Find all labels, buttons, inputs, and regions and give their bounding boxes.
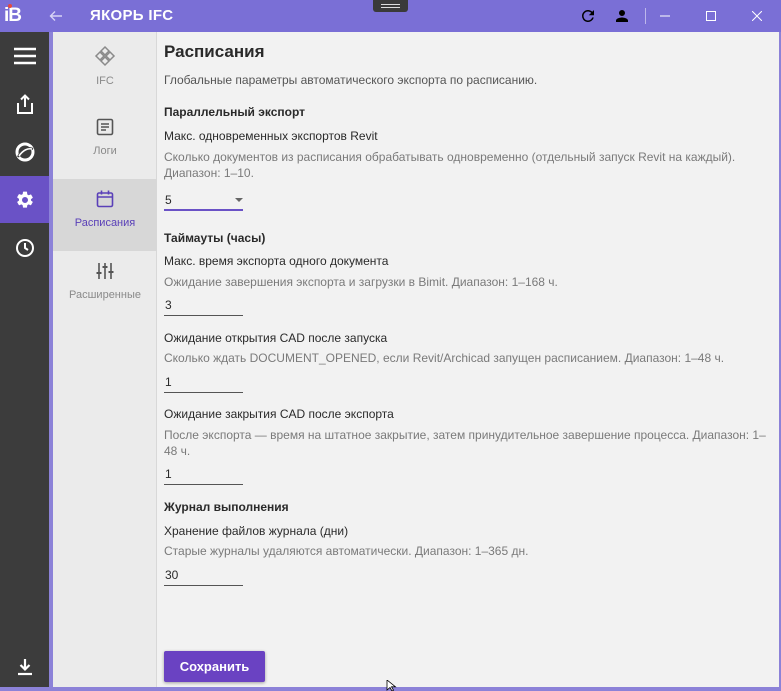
mouse-cursor-icon (386, 680, 397, 691)
account-icon (616, 10, 628, 22)
sidebar-settings-button[interactable] (0, 176, 49, 223)
maximize-icon (706, 11, 716, 21)
subnav-item-label: Логи (93, 145, 117, 157)
title-bar: iB ЯКОРЬ IFC (0, 0, 781, 32)
cad-close-input[interactable]: 1 (164, 463, 243, 485)
sidebar-menu-button[interactable] (0, 32, 49, 79)
close-icon (752, 11, 762, 21)
menu-icon (13, 47, 36, 64)
cad-close-label: Ожидание закрытия CAD после экспорта (164, 407, 394, 421)
cad-close-hint: После экспорта — время на штатное закрыт… (164, 428, 766, 458)
page-description: Глобальные параметры автоматического экс… (164, 73, 538, 87)
retention-label: Хранение файлов журнала (дни) (164, 524, 349, 538)
cad-open-input[interactable]: 1 (164, 371, 243, 393)
max-exports-select[interactable]: 5 (164, 189, 243, 211)
sidebar-share-button[interactable] (0, 80, 49, 127)
section-heading-journal: Журнал выполнения (164, 500, 289, 514)
export-time-label: Макс. время экспорта одного документа (164, 254, 389, 268)
retention-hint: Старые журналы удаляются автоматически. … (164, 544, 529, 558)
account-button[interactable] (610, 4, 634, 28)
section-heading-timeouts: Таймауты (часы) (164, 231, 266, 245)
drag-grip[interactable] (373, 0, 408, 12)
close-button[interactable] (734, 0, 780, 32)
share-icon (16, 93, 33, 114)
minimize-button[interactable] (642, 0, 688, 32)
app-title: ЯКОРЬ IFC (90, 7, 174, 24)
max-exports-hint: Сколько документов из расписания обрабат… (164, 150, 736, 180)
export-time-input[interactable]: 3 (164, 294, 243, 316)
chevron-down-icon (235, 198, 243, 202)
maximize-button[interactable] (688, 0, 734, 32)
settings-content: Расписания Глобальные параметры автомати… (157, 32, 779, 687)
download-icon (17, 658, 32, 675)
max-exports-value: 5 (165, 193, 172, 207)
cad-open-label: Ожидание открытия CAD после запуска (164, 331, 388, 345)
refresh-button[interactable] (576, 4, 600, 28)
sidebar-download-button[interactable] (0, 643, 49, 690)
max-exports-label: Макс. одновременных экспортов Revit (164, 129, 378, 143)
subnav-item-advanced[interactable]: Расширенные (53, 251, 157, 323)
subnav-item-ifc[interactable]: IFC (53, 35, 157, 107)
sidebar-brand-button[interactable] (0, 128, 49, 175)
refresh-icon (581, 9, 594, 22)
subnav-item-schedules[interactable]: Расписания (53, 179, 157, 251)
settings-subnav: IFC Логи Расписания Расширенные (53, 32, 157, 687)
clock-icon (15, 238, 34, 257)
retention-input[interactable]: 30 (164, 564, 243, 586)
gear-icon (16, 191, 33, 208)
app-logo: iB (4, 4, 22, 26)
subnav-item-label: IFC (96, 75, 114, 87)
save-button[interactable]: Сохранить (164, 651, 265, 682)
ifc-icon (94, 45, 116, 67)
subnav-item-logs[interactable]: Логи (53, 107, 157, 179)
icon-sidebar (0, 32, 49, 687)
subnav-item-label: Расширенные (69, 289, 141, 301)
section-heading-parallel: Параллельный экспорт (164, 105, 306, 119)
page-title: Расписания (164, 42, 265, 61)
subnav-item-label: Расписания (74, 217, 136, 229)
back-button[interactable] (44, 4, 68, 28)
tune-icon (96, 263, 114, 279)
calendar-icon (96, 190, 114, 208)
minimize-icon (660, 15, 670, 17)
cad-open-hint: Сколько ждать DOCUMENT_OPENED, если Revi… (164, 351, 725, 365)
document-icon (96, 118, 114, 136)
arrow-left-icon (49, 11, 62, 21)
brand-ring-icon (15, 142, 34, 161)
export-time-hint: Ожидание завершения экспорта и загрузки … (164, 275, 558, 289)
sidebar-history-button[interactable] (0, 224, 49, 271)
